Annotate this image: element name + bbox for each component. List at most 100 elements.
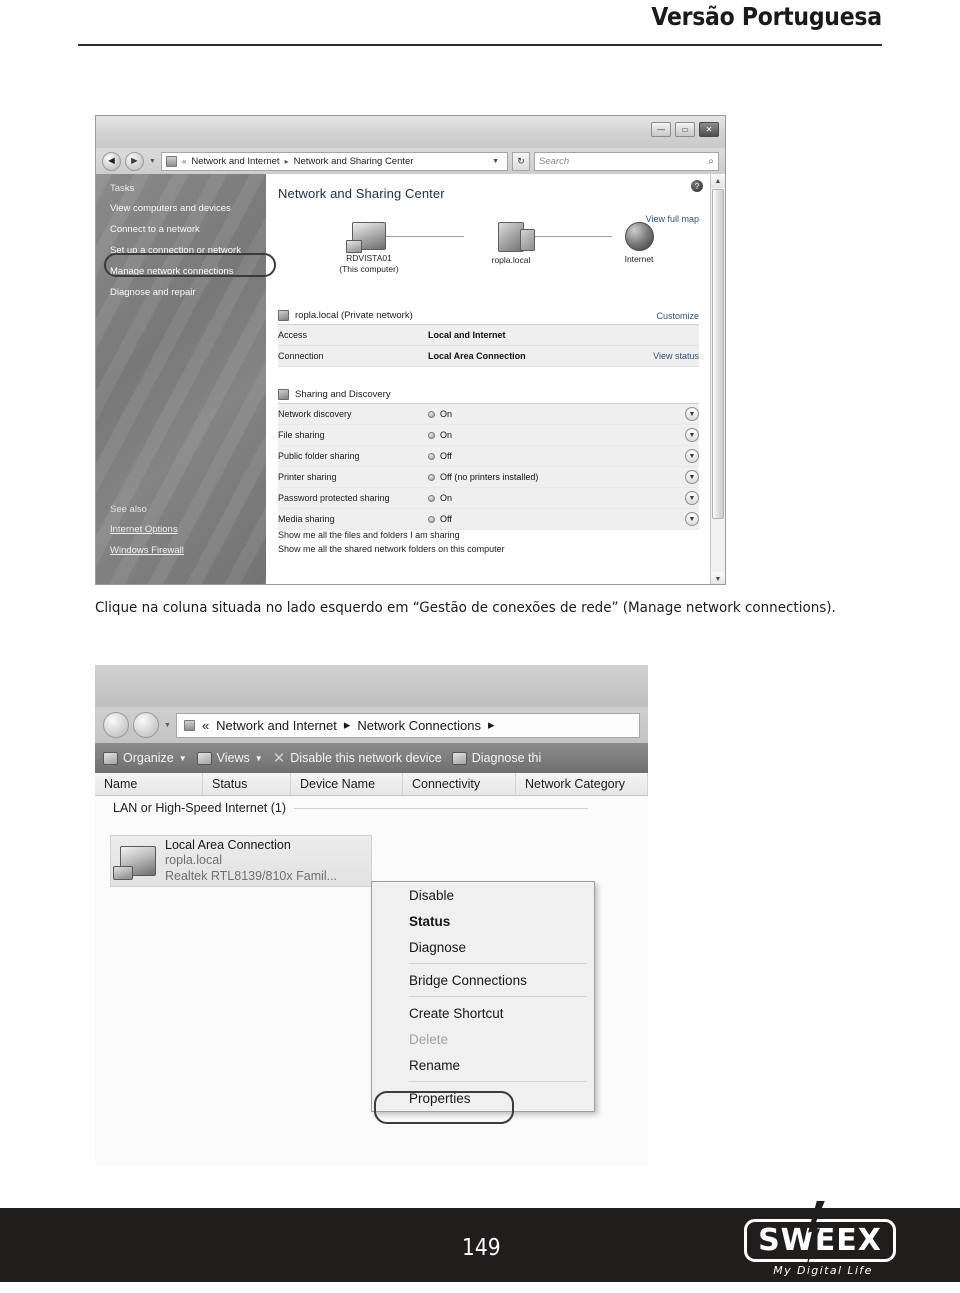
organize-label: Organize [123,751,174,765]
breadcrumb-separator-icon: ▸ [284,156,289,166]
context-menu-item-bridge-connections[interactable]: Bridge Connections [372,967,594,993]
forward-arrow-icon[interactable]: ► [125,151,144,171]
minimize-button[interactable]: — [651,122,671,137]
chevron-down-icon[interactable]: ▼ [685,449,699,463]
file-sharing-label: File sharing [278,430,325,440]
sidebar-item-internet-options[interactable]: Internet Options [110,524,184,535]
window2-toolbar: Organize ▼ Views ▼ ✕ Disable this networ… [95,743,648,773]
diagnose-button[interactable]: Diagnose thi [451,751,541,765]
status-dot-icon [428,410,435,418]
maximize-button[interactable]: ▭ [675,122,695,137]
list-item[interactable]: Local Area Connection ropla.local Realte… [110,835,372,887]
context-menu-item-create-shortcut[interactable]: Create Shortcut [372,1000,594,1026]
disable-network-device-button[interactable]: ✕ Disable this network device [273,749,442,767]
column-header-row: Name Status Device Name Connectivity Net… [95,773,648,796]
see-also-heading: See also [110,504,147,515]
map-node-internet[interactable]: Internet [584,222,694,265]
network-info-title: ropla.local (Private network) [295,310,413,321]
back-arrow-icon[interactable]: ◄ [102,151,121,171]
group-header-lan[interactable]: LAN or High-Speed Internet (1) [95,796,648,820]
map-node-computer[interactable]: RDVISTA01 (This computer) [314,222,424,274]
file-sharing-state: On [440,430,453,440]
window1-body: Tasks View computers and devices Connect… [96,174,725,584]
logo-text: SWEEX [758,1223,882,1258]
scrollbar-thumb[interactable] [712,189,724,519]
column-header-device-name[interactable]: Device Name [291,773,403,795]
show-shared-network-folders-link[interactable]: Show me all the shared network folders o… [278,543,699,557]
chevron-down-icon[interactable]: ▼ [685,470,699,484]
sidebar-item-view-computers[interactable]: View computers and devices [110,203,266,214]
sidebar-item-windows-firewall[interactable]: Windows Firewall [110,545,184,556]
window1-titlebar[interactable]: — ▭ ✕ [96,116,725,148]
breadcrumb-overflow-icon[interactable]: « [182,157,186,166]
map-node-network[interactable]: ropla.local [456,222,566,266]
back-arrow-icon[interactable] [103,712,129,738]
window1-controls: — ▭ ✕ [651,122,719,137]
customize-link[interactable]: Customize [656,311,699,321]
organize-button[interactable]: Organize ▼ [103,751,187,765]
map-node-computer-label: RDVISTA01 [346,253,392,263]
address-dropdown-icon[interactable]: ▼ [492,158,503,165]
breadcrumb-separator-icon-2[interactable]: ▸ [488,717,495,733]
help-icon[interactable]: ? [691,180,703,192]
chevron-down-icon: ▼ [178,753,187,763]
page-footer: 149 SWEEX My Digital Life [0,1197,960,1293]
vertical-scrollbar[interactable]: ▲ ▼ [710,174,725,584]
chevron-down-icon[interactable]: ▼ [685,491,699,505]
network-icon [278,310,289,321]
context-menu-item-disable[interactable]: Disable [372,882,594,908]
network-sharing-center-window: — ▭ ✕ ◄ ► ▼ « Network and Internet ▸ Net… [95,115,726,585]
logo-tagline: My Digital Life [773,1264,873,1277]
address-bar[interactable]: « Network and Internet ▸ Network Connect… [175,712,640,738]
network-info-section: ropla.local (Private network) Customize … [278,310,699,367]
views-button[interactable]: Views ▼ [196,751,263,765]
scroll-down-arrow-icon[interactable]: ▼ [710,572,725,584]
search-input[interactable]: Search ⌕ [534,151,719,171]
column-header-name[interactable]: Name [95,773,203,795]
refresh-icon[interactable]: ↻ [512,151,530,171]
sidebar-item-manage-network-connections[interactable]: Manage network connections [110,266,266,277]
disable-network-device-label: Disable this network device [290,751,442,765]
window2-titlebar[interactable] [95,665,648,707]
media-sharing-state: Off [440,514,452,524]
show-files-folders-link[interactable]: Show me all the files and folders I am s… [278,529,699,543]
address-bar[interactable]: « Network and Internet ▸ Network and Sha… [160,151,508,171]
tasks-heading: Tasks [110,183,135,194]
chevron-down-icon[interactable]: ▼ [685,512,699,526]
column-header-connectivity[interactable]: Connectivity [403,773,516,795]
sharing-discovery-section: Sharing and Discovery Network discovery … [278,389,699,530]
context-menu-item-status[interactable]: Status [372,908,594,934]
context-menu-item-properties[interactable]: Properties [372,1085,594,1111]
breadcrumb-network-sharing-center[interactable]: Network and Sharing Center [294,156,414,167]
context-menu-item-rename[interactable]: Rename [372,1052,594,1078]
context-menu-item-diagnose[interactable]: Diagnose [372,934,594,960]
table-row: Network discovery On ▼ [278,404,699,425]
column-header-network-category[interactable]: Network Category [516,773,648,795]
breadcrumb-network-and-internet[interactable]: Network and Internet [216,718,337,733]
status-dot-icon [428,515,435,523]
page-number: 149 [462,1235,501,1261]
chevron-down-icon[interactable]: ▼ [685,407,699,421]
forward-arrow-icon[interactable] [133,712,159,738]
scroll-up-arrow-icon[interactable]: ▲ [710,174,725,188]
password-protected-sharing-label: Password protected sharing [278,493,390,503]
network-connection-icon [113,846,156,880]
sidebar-item-set-up-connection[interactable]: Set up a connection or network [110,245,266,256]
sidebar-item-connect-to-network[interactable]: Connect to a network [110,224,266,235]
close-button[interactable]: ✕ [699,122,719,137]
chevron-down-icon[interactable]: ▼ [685,428,699,442]
organize-icon [103,751,118,765]
column-header-status[interactable]: Status [203,773,291,795]
recent-pages-chevron-icon[interactable]: ▼ [148,158,157,165]
view-status-link[interactable]: View status [653,351,699,361]
recent-pages-chevron-icon[interactable]: ▼ [163,722,172,729]
sidebar-item-diagnose-and-repair[interactable]: Diagnose and repair [110,287,266,298]
breadcrumb-overflow-icon[interactable]: « [202,718,209,733]
media-sharing-label: Media sharing [278,514,335,524]
network-connections-icon [183,719,195,731]
printer-sharing-label: Printer sharing [278,472,337,482]
breadcrumb-network-connections[interactable]: Network Connections [357,718,481,733]
breadcrumb-network-and-internet[interactable]: Network and Internet [191,156,279,167]
password-protected-sharing-state: On [440,493,453,503]
context-menu-separator [409,996,586,997]
